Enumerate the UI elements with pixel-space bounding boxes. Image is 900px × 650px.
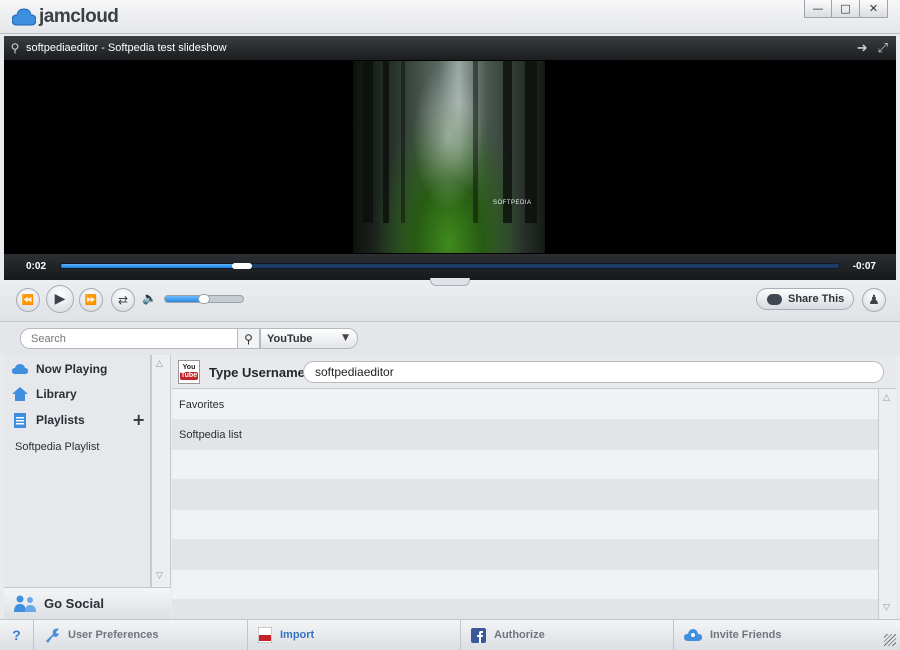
minimize-button[interactable]: — — [804, 0, 832, 18]
sidebar-item-label: Playlists — [36, 413, 85, 427]
share-button[interactable]: Share This — [756, 288, 854, 310]
playlist-list: Favorites Softpedia list — [172, 390, 878, 619]
youtube-icon: You Tube — [178, 360, 200, 384]
search-input[interactable] — [20, 328, 238, 349]
sidebar-item-playlists[interactable]: Playlists — [12, 412, 85, 428]
import-button[interactable]: Import — [248, 620, 461, 650]
chevron-down-icon: ▼ — [342, 333, 349, 343]
app-logo: jamcloud — [12, 6, 119, 28]
home-icon — [12, 386, 28, 402]
list-item — [172, 540, 878, 570]
list-item — [172, 480, 878, 510]
share-label: Share This — [788, 293, 845, 305]
sidebar-item-label: Now Playing — [36, 362, 108, 376]
resize-grip[interactable] — [884, 634, 896, 646]
bottom-item-label: Invite Friends — [710, 629, 782, 641]
bottom-item-label: Authorize — [494, 629, 545, 641]
sidebar-item-now-playing[interactable]: Now Playing — [12, 361, 107, 377]
sidebar-item-label: Library — [36, 387, 77, 401]
now-playing-title: softpediaeditor - Softpedia test slidesh… — [26, 42, 227, 54]
search-bar: ⚲ YouTube ▼ — [0, 322, 900, 355]
search-icon: ⚲ — [244, 331, 253, 346]
username-bar: You Tube Type Username softpediaeditor — [172, 355, 896, 389]
volume-slider[interactable] — [164, 294, 244, 304]
elapsed-time: 0:02 — [26, 261, 47, 272]
maximize-button[interactable]: □ — [832, 0, 860, 18]
sidebar: Now Playing Library Playlists + Softpedi… — [4, 355, 151, 587]
speech-bubble-icon — [767, 293, 782, 305]
add-playlist-button[interactable]: + — [132, 410, 145, 429]
remaining-time: -0:07 — [852, 261, 876, 272]
rewind-button[interactable]: ⏪ — [16, 288, 40, 312]
go-social-button[interactable]: Go Social — [4, 587, 171, 619]
artwork-caption: SOFTPEDIA — [493, 200, 532, 206]
scroll-up-icon[interactable]: △ — [883, 393, 890, 403]
document-icon — [12, 412, 28, 428]
list-item[interactable]: Favorites — [172, 390, 878, 420]
scroll-down-icon[interactable]: ▽ — [156, 571, 163, 581]
seek-bar: 0:02 -0:07 — [4, 254, 896, 280]
people-icon — [12, 595, 38, 613]
people-cloud-icon — [684, 628, 702, 642]
video-player: ⚲ softpediaeditor - Softpedia test slide… — [4, 36, 896, 280]
list-item — [172, 510, 878, 540]
username-input[interactable]: softpediaeditor — [303, 361, 884, 383]
invite-friends-button[interactable]: Invite Friends — [674, 620, 900, 650]
slideshow-image: SOFTPEDIA — [353, 61, 545, 253]
list-item — [172, 450, 878, 480]
cloud-logo-icon — [12, 8, 36, 26]
cloud-icon — [12, 361, 28, 377]
shuffle-icon: ⇄ — [117, 293, 129, 307]
popout-icon[interactable]: ➜ — [857, 40, 868, 56]
progress-handle[interactable] — [232, 263, 252, 269]
collapse-handle[interactable] — [430, 278, 470, 286]
person-icon: ♟ — [868, 292, 880, 308]
list-item — [172, 600, 878, 619]
help-button[interactable]: ? — [0, 620, 34, 650]
shuffle-button[interactable]: ⇄ — [111, 288, 135, 312]
list-scrollbar[interactable]: △ ▽ — [878, 389, 896, 619]
video-header: ⚲ softpediaeditor - Softpedia test slide… — [4, 36, 896, 60]
scroll-up-icon[interactable]: △ — [156, 359, 163, 369]
playlist-item[interactable]: Softpedia Playlist — [15, 441, 99, 453]
rewind-icon: ⏪ — [21, 294, 35, 306]
progress-track[interactable] — [60, 263, 840, 269]
title-bar: jamcloud — □ ✕ — [0, 0, 900, 34]
search-icon[interactable]: ⚲ — [4, 41, 26, 55]
list-item[interactable]: Softpedia list — [172, 420, 878, 450]
bottom-item-label: Import — [280, 629, 315, 641]
fullscreen-icon[interactable]: ⤢ — [878, 40, 888, 56]
list-item — [172, 570, 878, 600]
fast-forward-icon: ⏩ — [84, 294, 98, 306]
search-button[interactable]: ⚲ — [238, 328, 260, 349]
user-preferences-button[interactable]: User Preferences — [34, 620, 248, 650]
scroll-down-icon[interactable]: ▽ — [883, 603, 890, 613]
progress-fill — [61, 264, 240, 268]
facebook-icon — [471, 627, 486, 643]
bottom-item-label: User Preferences — [68, 629, 159, 641]
youtube-icon — [258, 627, 272, 643]
playback-controls: ⏪ ▶ ⏩ ⇄ 🔈 Share This ♟ — [0, 278, 900, 322]
play-icon: ▶ — [54, 291, 66, 307]
profile-button[interactable]: ♟ — [862, 288, 886, 312]
sidebar-scrollbar[interactable]: △ ▽ — [151, 355, 171, 587]
authorize-button[interactable]: Authorize — [461, 620, 674, 650]
volume-icon[interactable]: 🔈 — [142, 291, 157, 305]
main-panel: You Tube Type Username softpediaeditor Fa… — [172, 355, 896, 619]
source-dropdown[interactable]: YouTube ▼ — [260, 328, 358, 349]
app-name: jamcloud — [39, 6, 119, 27]
volume-handle[interactable] — [198, 294, 210, 304]
sidebar-item-library[interactable]: Library — [12, 386, 77, 402]
username-label: Type Username — [209, 365, 305, 380]
window-controls: — □ ✕ — [804, 0, 888, 18]
bottom-bar: ? User Preferences Import Authorize Invi… — [0, 619, 900, 650]
wrench-icon — [44, 627, 60, 643]
close-button[interactable]: ✕ — [860, 0, 888, 18]
fast-forward-button[interactable]: ⏩ — [79, 288, 103, 312]
play-button[interactable]: ▶ — [46, 285, 74, 313]
go-social-label: Go Social — [44, 596, 104, 611]
source-selected: YouTube — [267, 332, 313, 345]
